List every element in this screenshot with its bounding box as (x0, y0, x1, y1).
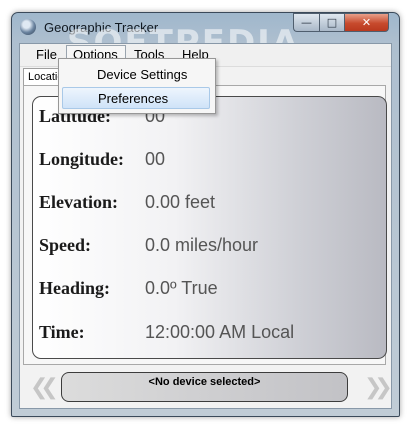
minimize-button[interactable]: — (293, 13, 319, 32)
device-status-box: <No device selected> (61, 372, 348, 402)
longitude-label: Longitude: (39, 149, 125, 169)
globe-icon (20, 19, 36, 35)
device-status-text: <No device selected> (148, 376, 261, 388)
time-value: 12:00:00 AM Local (145, 322, 295, 342)
maximize-button[interactable]: □ (319, 13, 344, 32)
minimize-icon: — (301, 16, 312, 29)
options-dropdown-menu: Device Settings Preferences (58, 58, 216, 114)
close-icon: ✕ (361, 16, 372, 29)
title-bar[interactable]: Geographic Tracker SOFTPEDIA — □ ✕ (12, 13, 399, 63)
menu-item-device-settings[interactable]: Device Settings (62, 64, 210, 86)
previous-device-button[interactable]: ❮❮ (30, 375, 59, 400)
close-button[interactable]: ✕ (344, 13, 389, 32)
time-label: Time: (39, 322, 85, 342)
menu-item-preferences[interactable]: Preferences (62, 87, 210, 109)
readout-panel: Latitude: 00 Longitude: 00 Elevation: 0.… (32, 96, 387, 359)
speed-value: 0.0 miles/hour (145, 235, 259, 255)
elevation-value: 0.00 feet (145, 192, 216, 212)
next-device-button[interactable]: ❯❯ (364, 375, 393, 400)
elevation-label: Elevation: (39, 192, 118, 212)
longitude-value: 00 (145, 149, 166, 169)
speed-label: Speed: (39, 235, 92, 255)
location-panel: Latitude: 00 Longitude: 00 Elevation: 0.… (23, 85, 387, 365)
maximize-icon: □ (326, 16, 338, 29)
double-chevron-left-icon: ❮❮ (30, 375, 59, 400)
heading-label: Heading: (39, 278, 111, 298)
double-chevron-right-icon: ❯❯ (364, 375, 393, 400)
heading-value: 0.0º True (145, 278, 218, 298)
menu-file[interactable]: File (36, 47, 57, 62)
device-nav-bar: ❮❮ <No device selected> ❯❯ (20, 369, 393, 409)
